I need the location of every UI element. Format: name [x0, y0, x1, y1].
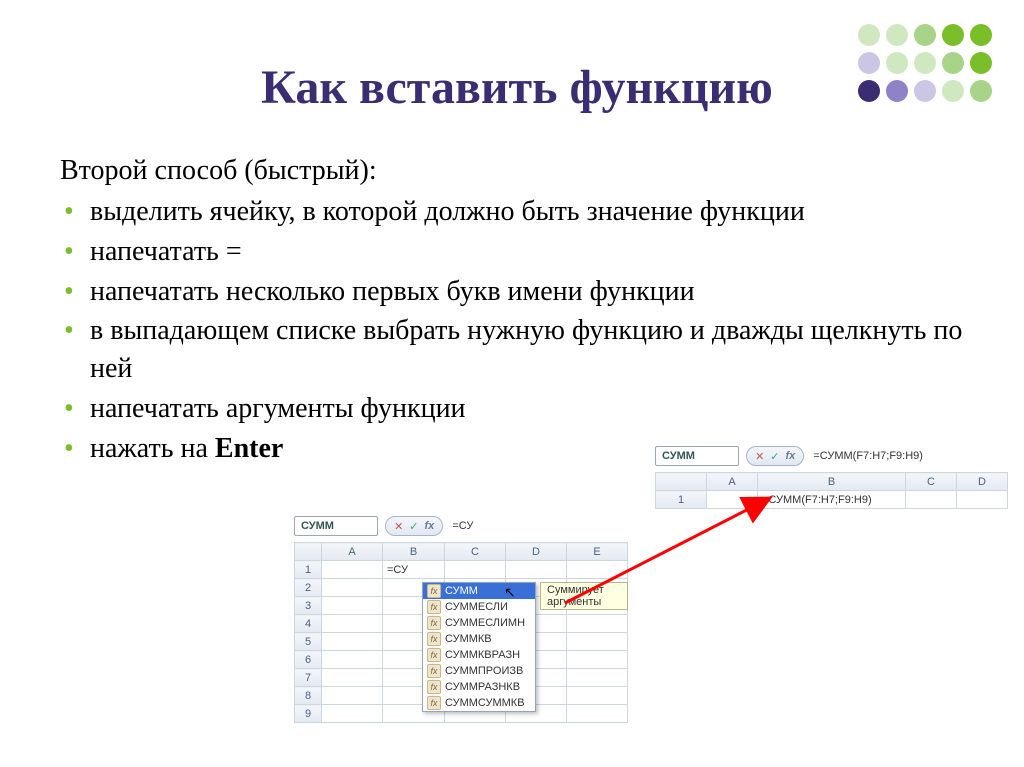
slide-title: Как вставить функцию [60, 60, 974, 115]
autocomplete-item: fxСУММПРОИЗВ [423, 663, 535, 679]
autocomplete-item: fxСУММ [423, 583, 535, 599]
name-box: СУММ [294, 516, 378, 536]
bullet-item: напечатать несколько первых букв имени ф… [60, 273, 974, 311]
fx-icon: fx [425, 520, 435, 532]
excel-screenshot-result: СУММ ✕ ✓ fx =СУММ(F7:H7;F9:H9) A B C D 1… [655, 446, 1008, 509]
fx-icon: fx [786, 450, 796, 462]
accept-icon: ✓ [770, 450, 779, 463]
cursor-icon: ↖ [504, 584, 516, 601]
active-cell: =СУ [383, 561, 445, 579]
bullet-item: выделить ячейку, в которой должно быть з… [60, 193, 974, 231]
subtitle: Второй способ (быстрый): [60, 155, 974, 187]
cancel-icon: ✕ [755, 450, 764, 463]
autocomplete-item: fxСУММСУММКВ [423, 695, 535, 711]
autocomplete-item: fxСУММЕСЛИ [423, 599, 535, 615]
decorative-dots [858, 24, 998, 108]
accept-icon: ✓ [409, 520, 418, 533]
autocomplete-item: fxСУММКВ [423, 631, 535, 647]
active-cell: =СУММ(F7:H7;F9:H9) [758, 491, 906, 509]
formula-bar-controls: ✕ ✓ fx [385, 516, 443, 536]
bullet-item: в выпадающем списке выбрать нужную функц… [60, 312, 974, 388]
autocomplete-item: fxСУММЕСЛИМН [423, 615, 535, 631]
name-box: СУММ [655, 446, 739, 466]
function-autocomplete-list: fxСУММ fxСУММЕСЛИ fxСУММЕСЛИМН fxСУММКВ … [422, 582, 536, 712]
autocomplete-tooltip: Суммирует аргументы [540, 582, 628, 610]
excel-screenshot-autocomplete: СУММ ✕ ✓ fx =СУ A B C D E 1=СУ 2 3 4 5 6… [294, 516, 628, 723]
formula-bar-value: =СУ [452, 520, 473, 532]
spreadsheet-grid: A B C D 1 =СУММ(F7:H7;F9:H9) [655, 472, 1008, 509]
enter-key-label: Enter [215, 433, 283, 464]
formula-bar-value: =СУММ(F7:H7;F9:H9) [813, 450, 923, 462]
autocomplete-item: fxСУММРАЗНКВ [423, 679, 535, 695]
autocomplete-item: fxСУММКВРАЗН [423, 647, 535, 663]
bullet-item: напечатать = [60, 233, 974, 271]
bullet-item: напечатать аргументы функции [60, 390, 974, 428]
cancel-icon: ✕ [394, 520, 403, 533]
bullet-list: выделить ячейку, в которой должно быть з… [60, 193, 974, 468]
formula-bar-controls: ✕ ✓ fx [746, 446, 804, 466]
